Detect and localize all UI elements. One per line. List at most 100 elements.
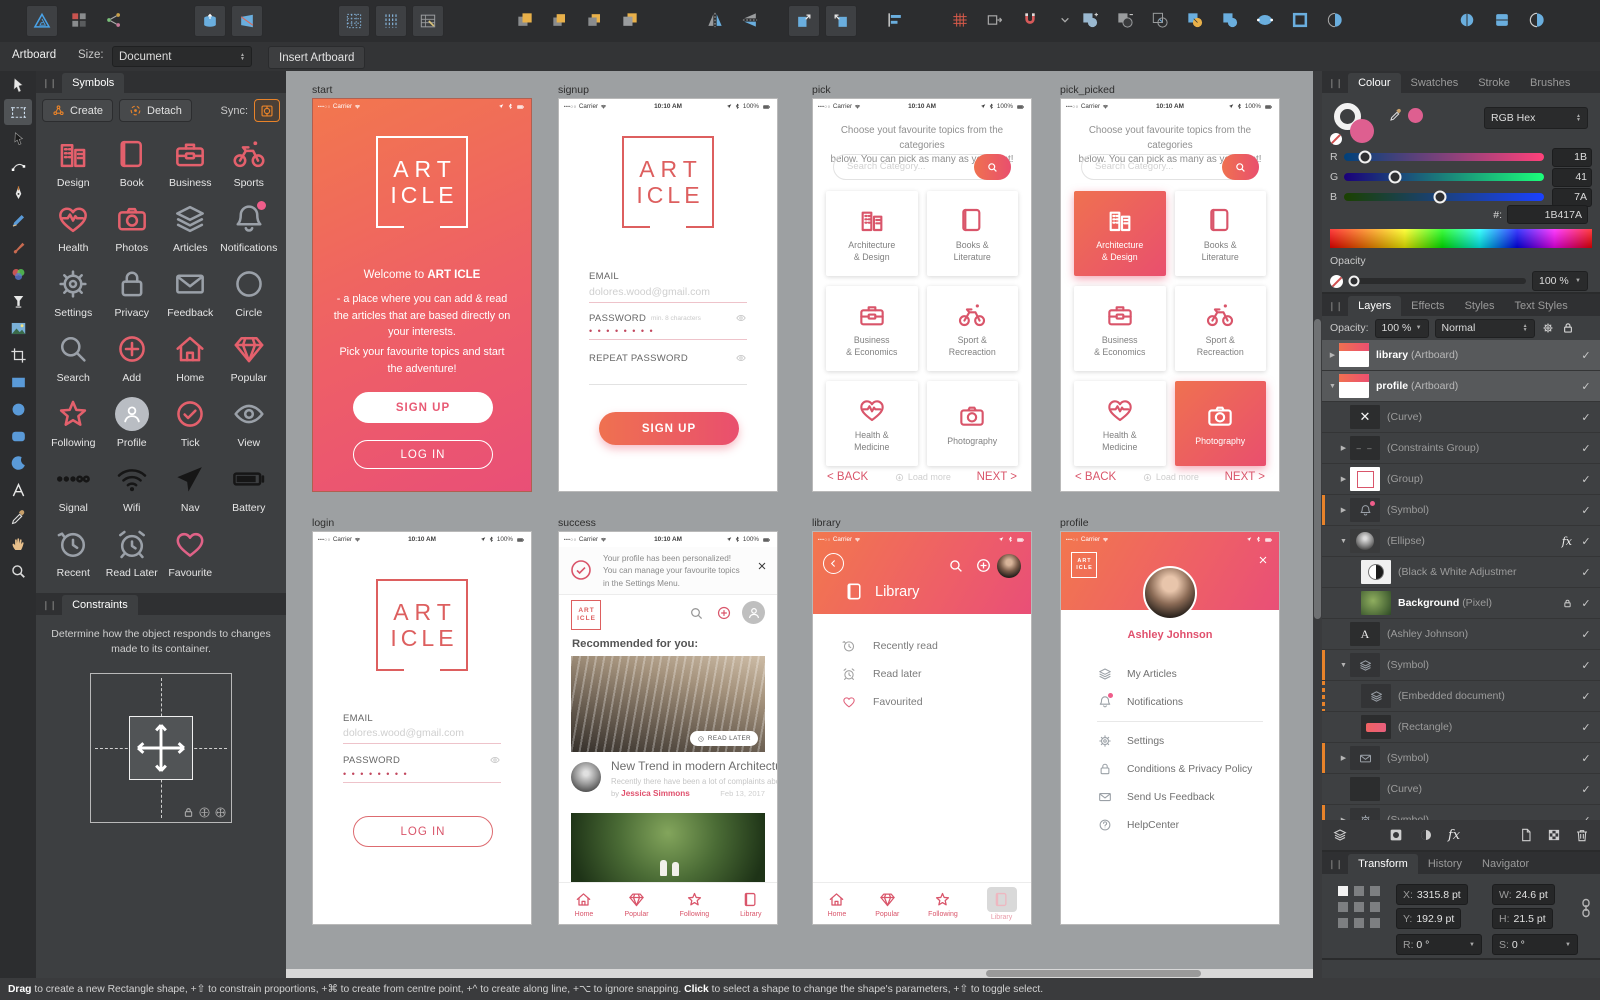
boolean-divide-icon[interactable] — [1180, 5, 1210, 35]
move-tool[interactable] — [4, 72, 32, 98]
pen-tool[interactable] — [4, 180, 32, 206]
no-fill-icon[interactable] — [1330, 133, 1342, 145]
visibility-checkbox[interactable]: ✓ — [1578, 566, 1594, 579]
vertical-scrollbar[interactable] — [1313, 71, 1322, 978]
visibility-checkbox[interactable]: ✓ — [1578, 659, 1594, 672]
canvas[interactable]: start •••○○Carrier ARTICLE Welcome to AR… — [286, 71, 1313, 978]
layer-row[interactable]: ▼(Ellipse)fx✓ — [1322, 526, 1600, 557]
colour-mode-select[interactable]: RGB Hex ▲▼ — [1484, 107, 1588, 129]
expand-right-icon[interactable]: ▶ — [1337, 444, 1350, 452]
layer-row[interactable]: (Curve)✓ — [1322, 774, 1600, 805]
alignment-icon[interactable] — [880, 5, 910, 35]
eyedropper-icon[interactable] — [1388, 107, 1404, 123]
boolean-intersect-icon[interactable] — [1145, 5, 1175, 35]
symbols-stack-icon[interactable] — [1332, 827, 1348, 843]
new-layer-icon[interactable] — [1518, 827, 1534, 843]
expand-right-icon[interactable]: ▶ — [1337, 816, 1350, 820]
panel-drag-handle[interactable]: ❙❙ — [36, 600, 62, 615]
layer-row[interactable]: ▶(Symbol)✓ — [1322, 495, 1600, 526]
grid-dashed-icon[interactable] — [338, 5, 370, 37]
h-field[interactable]: H:21.5 pt — [1492, 908, 1553, 929]
constrain-move-icon[interactable] — [214, 806, 227, 819]
image-tool[interactable] — [4, 315, 32, 341]
layers-opacity-select[interactable]: 100 % ▼ — [1375, 319, 1429, 338]
fill-tool[interactable] — [4, 288, 32, 314]
opacity-select[interactable]: 100 % ▼ — [1532, 271, 1588, 291]
scrollbar-thumb[interactable] — [1314, 319, 1321, 619]
symbol-health[interactable]: Health — [44, 195, 103, 256]
tab-layers[interactable]: Layers — [1348, 296, 1401, 316]
symbol-popular[interactable]: Popular — [220, 325, 279, 386]
tab-navigator[interactable]: Navigator — [1472, 854, 1539, 874]
lock-icon[interactable] — [1562, 598, 1573, 609]
order-to-front-icon[interactable] — [510, 5, 540, 35]
artboard-pick[interactable]: pick •••○○Carrier10:10 AM100% Choose you… — [812, 84, 1032, 492]
visibility-checkbox[interactable]: ✓ — [1578, 597, 1594, 610]
symbol-home[interactable]: Home — [161, 325, 220, 386]
insert-behind-icon[interactable] — [788, 5, 820, 37]
visibility-checkbox[interactable]: ✓ — [1578, 535, 1594, 548]
anchor-point-grid[interactable] — [1338, 886, 1380, 928]
tab-constraints[interactable]: Constraints — [62, 595, 138, 615]
panel-drag-handle[interactable]: ❙❙ — [36, 78, 62, 93]
symbol-circle[interactable]: Circle — [220, 260, 279, 321]
fx-icon[interactable]: fx — [1448, 828, 1460, 843]
layer-row[interactable]: ▶(Symbol)✓ — [1322, 805, 1600, 820]
view-clip-icon[interactable] — [1487, 5, 1517, 35]
visibility-checkbox[interactable]: ✓ — [1578, 504, 1594, 517]
tab-styles[interactable]: Styles — [1455, 296, 1505, 316]
fill-swatch[interactable] — [1350, 119, 1374, 143]
visibility-checkbox[interactable]: ✓ — [1578, 814, 1594, 821]
size-select[interactable]: Document ▲▼ — [112, 46, 252, 67]
tab-stroke[interactable]: Stroke — [1468, 73, 1520, 93]
artboard-success[interactable]: success •••○○Carrier10:10 AM100% Your pr… — [558, 517, 778, 925]
expand-right-icon[interactable]: ▶ — [1337, 475, 1350, 483]
move-whole-pixels-icon[interactable] — [980, 5, 1010, 35]
symbol-nav[interactable]: Nav — [161, 455, 220, 516]
visibility-checkbox[interactable]: ✓ — [1578, 380, 1594, 393]
expand-right-icon[interactable]: ▶ — [1337, 754, 1350, 762]
tab-effects[interactable]: Effects — [1401, 296, 1454, 316]
artboard-label[interactable]: login — [312, 517, 532, 530]
text-tool[interactable] — [4, 477, 32, 503]
rotation-field[interactable]: R: 0 °▼ — [1396, 934, 1482, 955]
symbol-favourite[interactable]: Favourite — [161, 520, 220, 581]
tab-symbols[interactable]: Symbols — [62, 73, 124, 93]
node-select-tool[interactable] — [4, 126, 32, 152]
grid-edit-icon[interactable] — [412, 5, 444, 37]
layer-row[interactable]: ▶(Symbol)✓ — [1322, 743, 1600, 774]
detach-symbol-button[interactable]: Detach — [119, 99, 192, 122]
tab-text-styles[interactable]: Text Styles — [1505, 296, 1578, 316]
fx-badge[interactable]: fx — [1562, 535, 1572, 548]
y-field[interactable]: Y:192.9 pt — [1396, 908, 1461, 929]
constrain-scale-icon[interactable] — [198, 806, 211, 819]
snapping-icon[interactable] — [1015, 5, 1045, 35]
visibility-checkbox[interactable]: ✓ — [1578, 349, 1594, 362]
layer-row[interactable]: (Black & White Adjustmer✓ — [1322, 557, 1600, 588]
boolean-subtract-icon[interactable] — [1110, 5, 1140, 35]
insert-inside-icon[interactable] — [825, 5, 857, 37]
visibility-checkbox[interactable]: ✓ — [1578, 783, 1594, 796]
artboard-label[interactable]: profile — [1060, 517, 1280, 530]
symbol-battery[interactable]: Battery — [220, 455, 279, 516]
artboard-tool[interactable] — [4, 99, 32, 125]
tab-colour[interactable]: Colour — [1348, 73, 1400, 93]
tab-transform[interactable]: Transform — [1348, 854, 1418, 874]
colour-spectrum[interactable] — [1330, 229, 1592, 248]
picked-colour-swatch[interactable] — [1408, 108, 1423, 123]
symbol-sports[interactable]: Sports — [220, 130, 279, 191]
order-to-back-icon[interactable] — [615, 5, 645, 35]
link-dimensions-icon[interactable] — [1580, 898, 1592, 918]
expand-down-icon[interactable]: ▼ — [1337, 662, 1350, 669]
layer-row[interactable]: ▶(Group)✓ — [1322, 464, 1600, 495]
symbol-photos[interactable]: Photos — [103, 195, 162, 256]
opacity-slider[interactable] — [1349, 278, 1526, 284]
layer-row[interactable]: Background (Pixel)✓ — [1322, 588, 1600, 619]
tab-brushes[interactable]: Brushes — [1520, 73, 1580, 93]
symbol-search[interactable]: Search — [44, 325, 103, 386]
lock-icon[interactable] — [182, 806, 195, 819]
layer-settings-gear-icon[interactable] — [1541, 321, 1555, 335]
shape-tool[interactable] — [4, 450, 32, 476]
artboard-signup[interactable]: signup •••○○Carrier10:10 AM100% ARTICLE … — [558, 84, 778, 492]
artboard-label[interactable]: signup — [558, 84, 778, 97]
